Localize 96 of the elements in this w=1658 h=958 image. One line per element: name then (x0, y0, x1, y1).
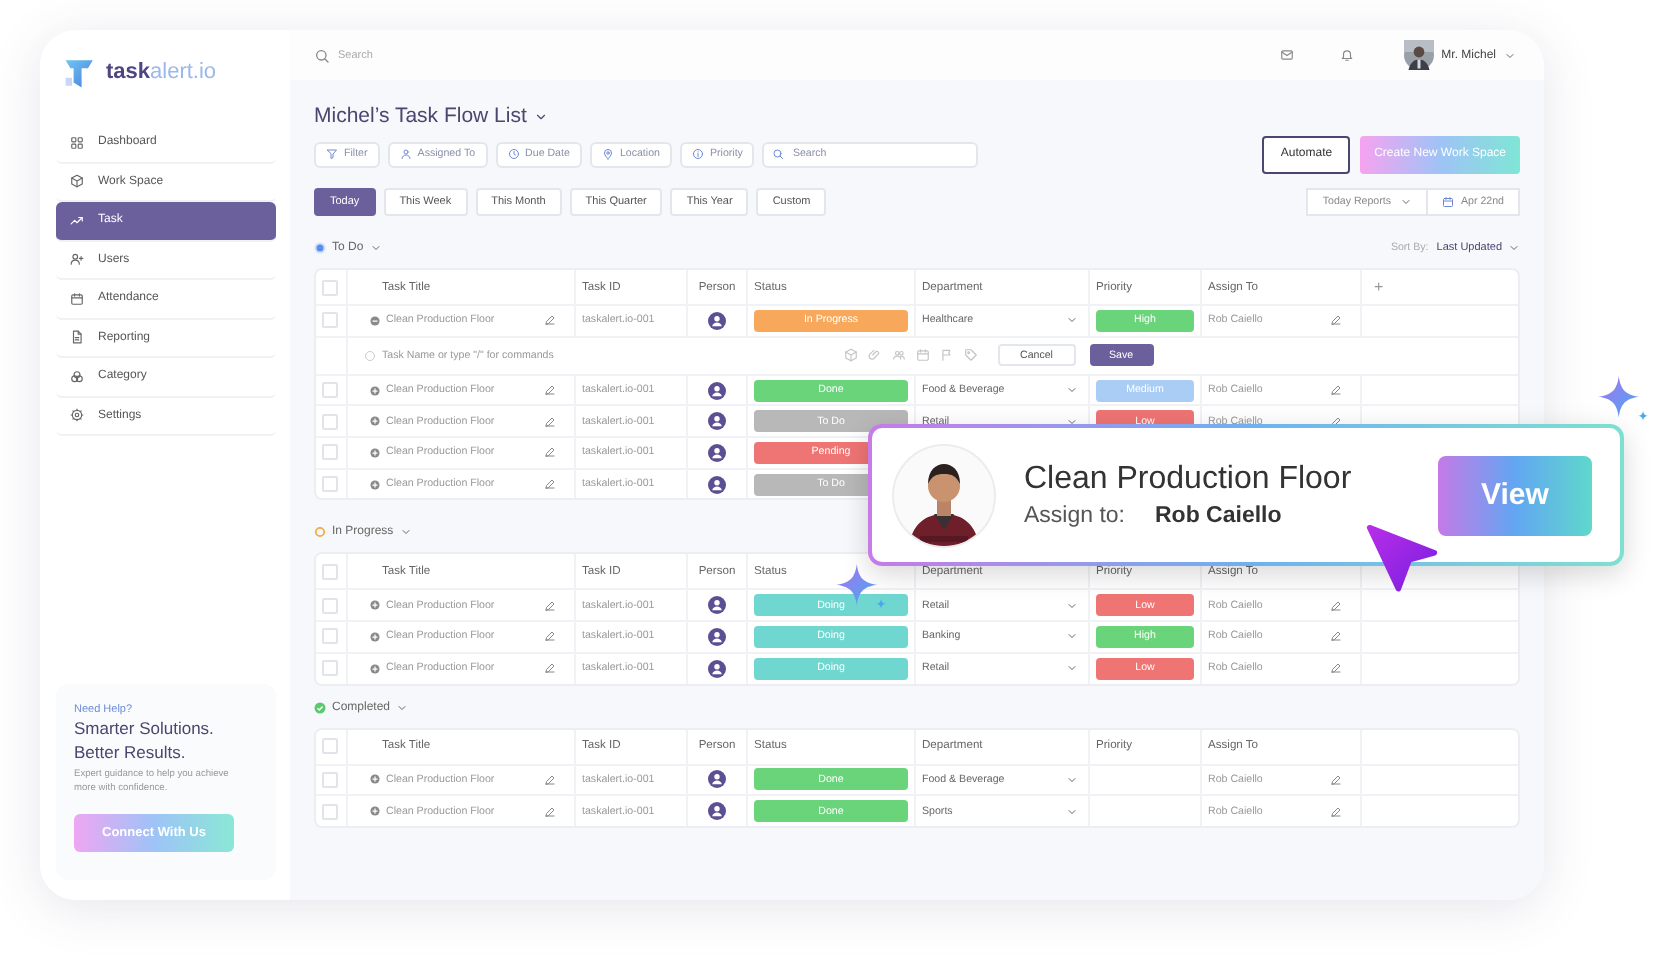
chevron-down-icon (1066, 662, 1078, 675)
assign-label: Assign to: (1024, 504, 1125, 528)
plus-circle-icon[interactable] (370, 806, 380, 817)
plus-circle-icon[interactable] (370, 600, 380, 611)
ring-icon (314, 526, 326, 539)
pencil-icon[interactable] (544, 446, 556, 459)
pencil-icon[interactable] (1330, 662, 1342, 675)
pencil-icon[interactable] (544, 384, 556, 397)
pencil-icon[interactable] (544, 314, 556, 327)
grid-icon (70, 135, 84, 150)
checkbox[interactable] (322, 382, 338, 399)
chevron-down-icon[interactable] (534, 109, 549, 123)
help-headline: Better Results. (74, 740, 186, 764)
help-headline: Smarter Solutions. (74, 716, 214, 740)
avatar-icon (708, 770, 726, 789)
search-icon (314, 47, 330, 63)
flag-icon[interactable] (940, 348, 954, 363)
calendar-icon (70, 291, 84, 306)
plus-circle-icon[interactable] (370, 663, 380, 674)
avatar-icon (708, 311, 726, 330)
mail-icon[interactable] (1279, 48, 1294, 62)
avatar-icon (708, 443, 726, 462)
page-title: Michel’s Task Flow List (314, 104, 527, 128)
paperclip-icon[interactable] (868, 348, 882, 363)
cursor-icon (1366, 524, 1438, 596)
pencil-icon[interactable] (1330, 314, 1342, 327)
cube-icon (70, 174, 84, 189)
pencil-icon[interactable] (544, 805, 556, 818)
select-all-checkbox[interactable] (322, 279, 338, 295)
chevron-down-icon (1066, 384, 1078, 397)
plus-circle-icon[interactable] (370, 479, 380, 490)
checkbox[interactable] (322, 803, 338, 820)
plus-circle-icon[interactable] (370, 416, 380, 427)
plus-circle-icon[interactable] (370, 631, 380, 642)
pencil-icon[interactable] (1330, 773, 1342, 786)
circles-icon (70, 369, 84, 384)
chevron-down-icon (1066, 773, 1078, 786)
trend-icon (70, 213, 84, 228)
pencil-icon[interactable] (544, 599, 556, 612)
plus-circle-icon[interactable] (370, 447, 380, 458)
checkbox[interactable] (322, 628, 338, 645)
dot-icon (314, 242, 326, 254)
person-icon (399, 148, 412, 160)
user-plus-icon (70, 252, 84, 267)
pencil-icon[interactable] (1330, 599, 1342, 612)
location-pin-icon (601, 148, 614, 160)
pencil-icon[interactable] (1330, 384, 1342, 397)
select-all-checkbox[interactable] (322, 563, 338, 580)
pencil-icon[interactable] (1330, 415, 1342, 428)
circle-icon (364, 349, 376, 362)
pencil-icon[interactable] (544, 662, 556, 675)
task-title: Clean Production Floor (1024, 462, 1352, 498)
checkbox[interactable] (322, 597, 338, 614)
clock-icon (507, 148, 520, 160)
settings-icon (70, 408, 84, 423)
chevron-down-icon (1066, 805, 1078, 818)
chevron-down-icon (1066, 415, 1078, 428)
assignee-name: Rob Caiello (1155, 504, 1282, 528)
avatar-icon (708, 381, 726, 400)
search-icon (772, 148, 785, 160)
chevron-down-icon (1399, 196, 1411, 208)
checkbox[interactable] (322, 771, 338, 788)
checkbox[interactable] (322, 444, 338, 461)
chevron-down-icon (1066, 630, 1078, 643)
checkbox[interactable] (322, 413, 338, 430)
plus-circle-icon[interactable] (370, 774, 380, 785)
select-all-checkbox[interactable] (322, 738, 338, 754)
logo-icon (64, 55, 96, 89)
avatar-icon (708, 659, 726, 678)
add-column-button[interactable]: + (1368, 279, 1390, 295)
pencil-icon[interactable] (1330, 630, 1342, 643)
avatar-icon (708, 596, 726, 615)
avatar-icon (708, 412, 726, 431)
chevron-down-icon (1508, 242, 1520, 254)
checkbox[interactable] (322, 476, 338, 493)
pencil-icon[interactable] (544, 415, 556, 428)
pencil-icon[interactable] (544, 478, 556, 491)
minus-circle-icon[interactable] (370, 315, 380, 326)
avatar-icon (708, 802, 726, 821)
avatar-icon (708, 475, 726, 494)
chevron-down-icon (1066, 314, 1078, 327)
funnel-icon (326, 148, 338, 160)
check-circle-icon (314, 701, 326, 713)
bell-icon[interactable] (1339, 48, 1354, 62)
calendar-icon (1441, 196, 1453, 208)
pencil-icon[interactable] (544, 773, 556, 786)
checkbox[interactable] (322, 312, 338, 329)
document-icon (70, 330, 84, 345)
pencil-icon[interactable] (1330, 805, 1342, 818)
plus-circle-icon[interactable] (370, 385, 380, 396)
pencil-icon[interactable] (544, 630, 556, 643)
chevron-down-icon (1066, 599, 1078, 612)
logo-text: taskalert.io (106, 60, 217, 84)
info-icon (691, 148, 704, 160)
avatar-icon (708, 627, 726, 646)
checkbox[interactable] (322, 660, 338, 677)
